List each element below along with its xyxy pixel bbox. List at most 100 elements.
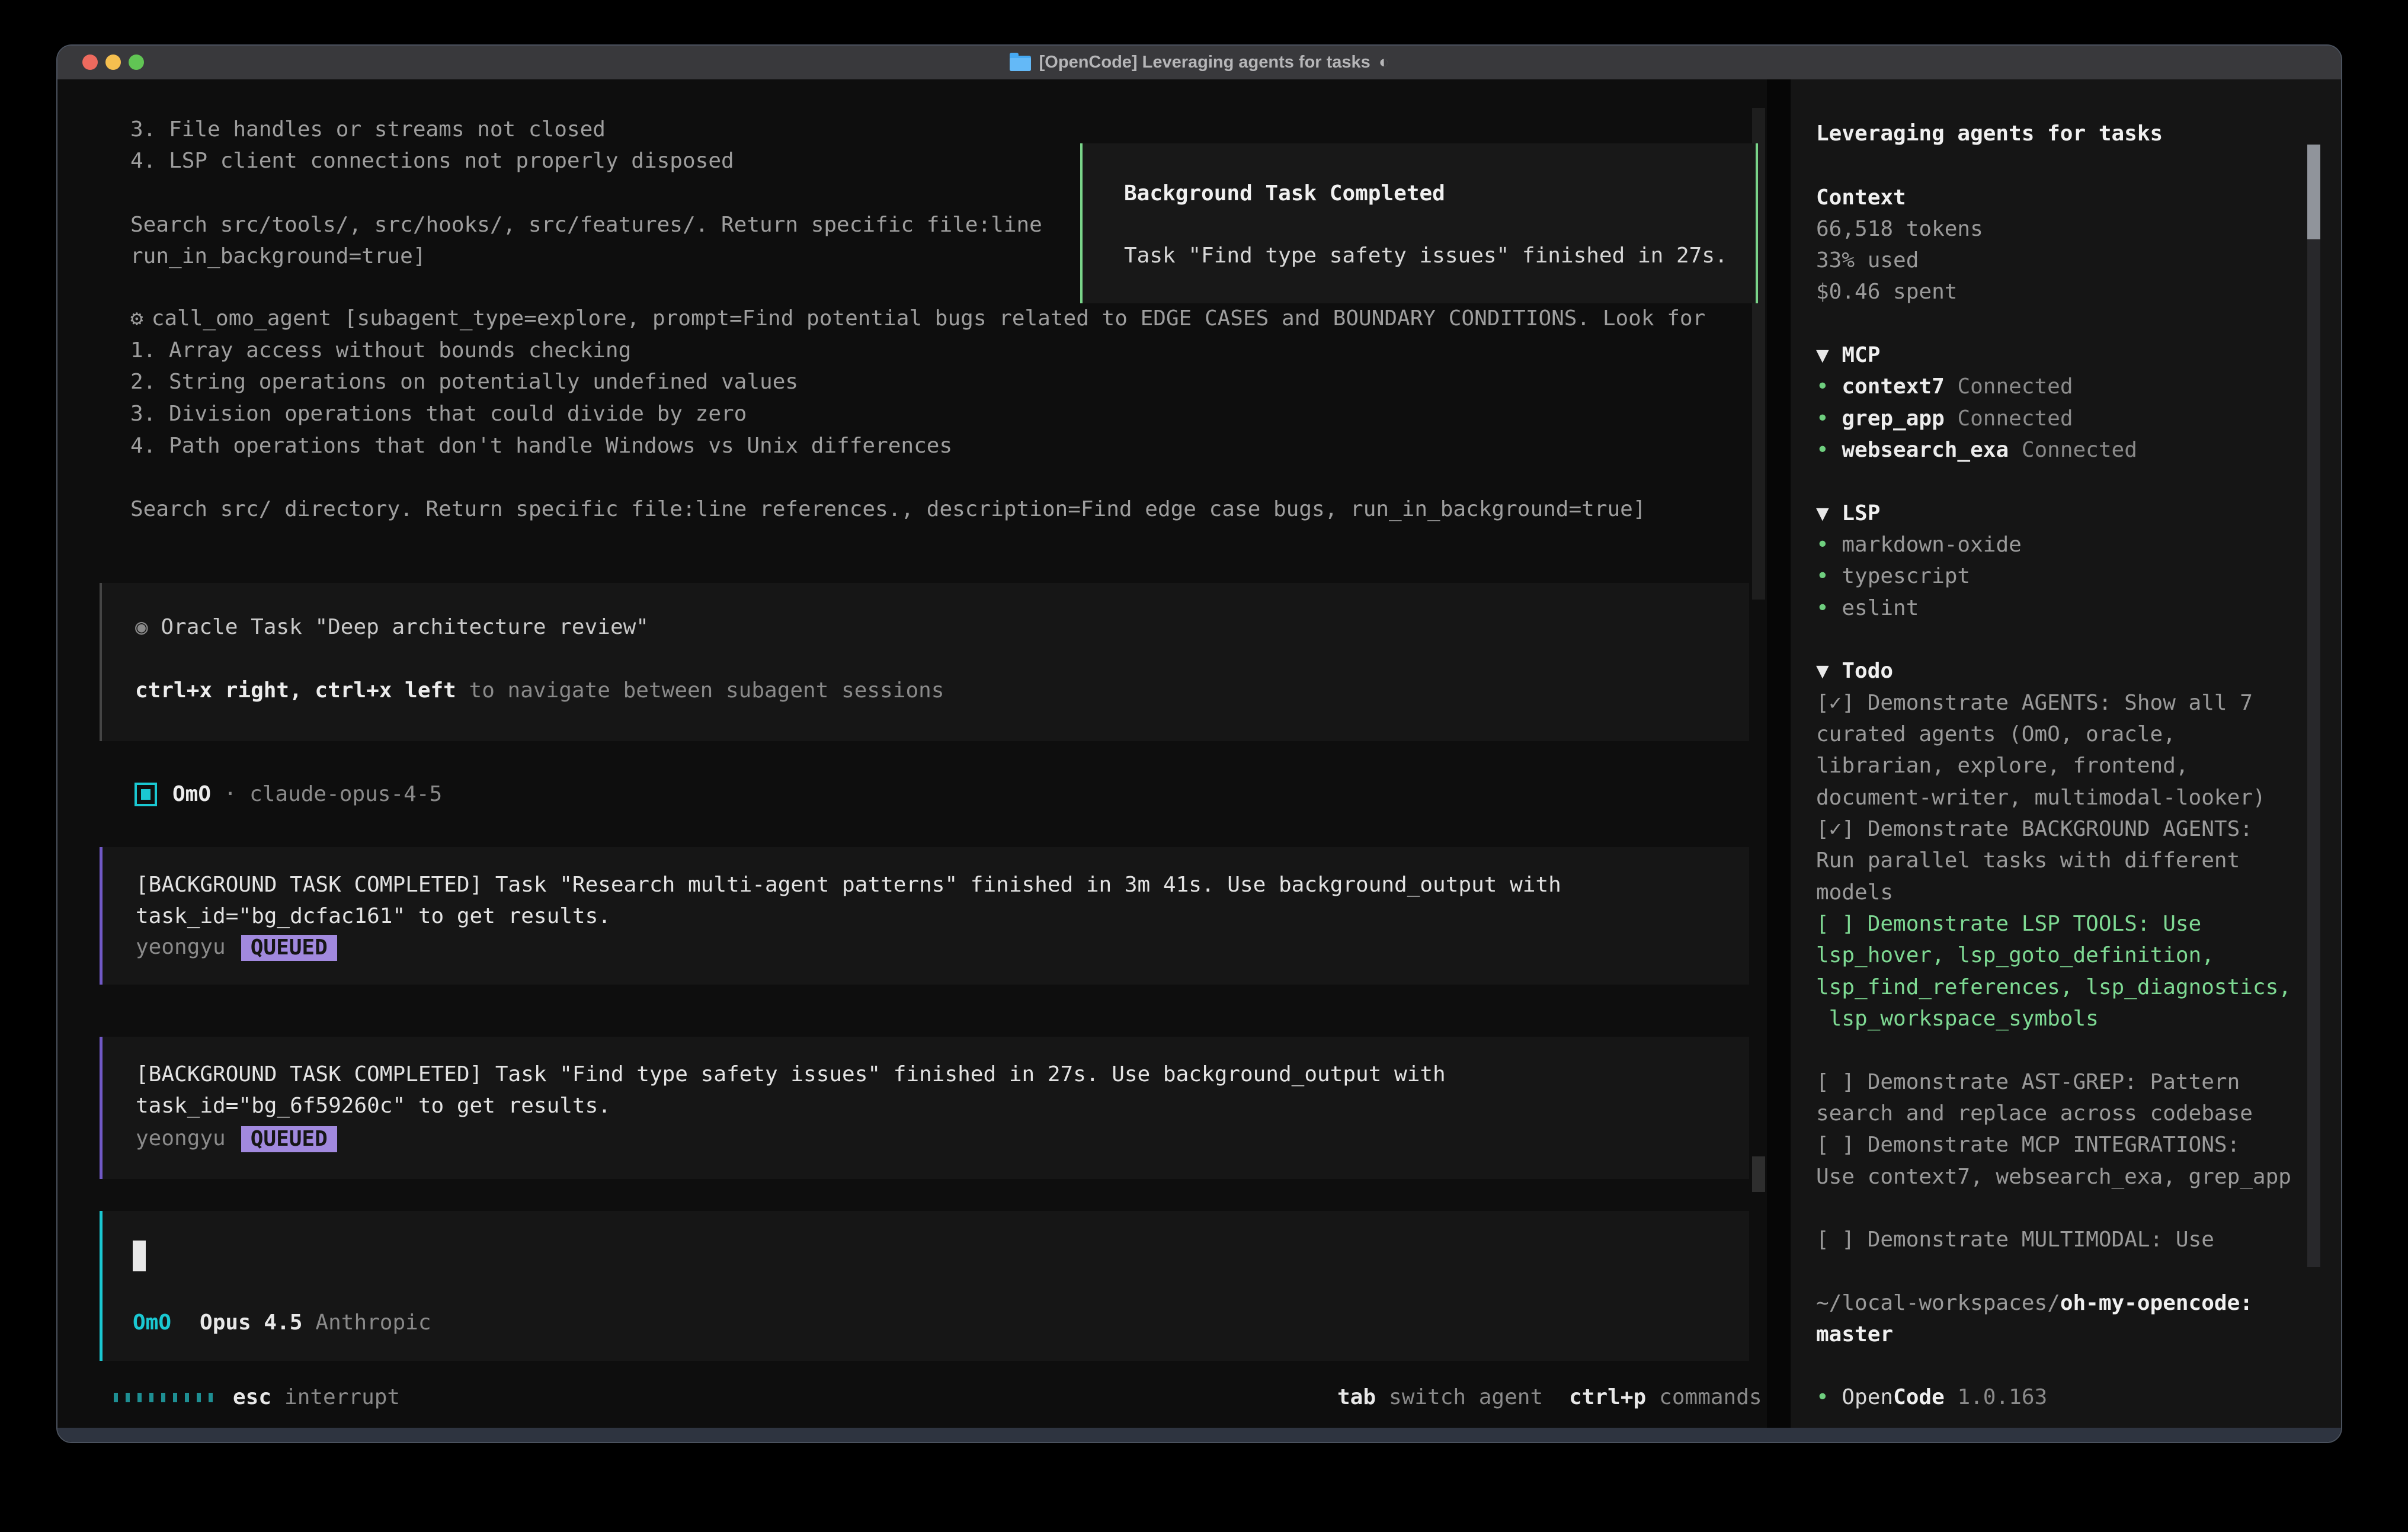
todo-line: [ ] Demonstrate AST-GREP: Pattern: [1816, 1066, 2240, 1098]
scrollbar-track[interactable]: [2307, 239, 2320, 1267]
hint-keys: ctrl+x right, ctrl+x left: [135, 678, 456, 703]
username: yeongyu: [136, 1126, 226, 1150]
esc-key-label: interrupt: [284, 1385, 400, 1409]
task-card: [BACKGROUND TASK COMPLETED] Task "Find t…: [100, 1037, 1749, 1179]
mcp-item: • websearch_exa Connected: [1816, 434, 2137, 466]
todo-line: [✓] Demonstrate BACKGROUND AGENTS:: [1816, 813, 2253, 845]
tab-key-label: switch agent: [1389, 1385, 1543, 1409]
todo-line: [✓] Demonstrate AGENTS: Show all 7: [1816, 687, 2253, 719]
todo-section-header[interactable]: ▼ Todo: [1816, 655, 1893, 687]
hint-text: to navigate between subagent sessions: [456, 678, 944, 703]
prompt-input[interactable]: OmO Opus 4.5 Anthropic: [100, 1211, 1749, 1361]
todo-line-active: lsp_hover, lsp_goto_definition,: [1816, 940, 2214, 971]
agent-square-icon: [135, 783, 157, 806]
terminal-line: run_in_background=true]: [130, 241, 426, 272]
session-title: Leveraging agents for tasks: [1816, 118, 2163, 149]
lsp-item: • eslint: [1816, 592, 1919, 624]
git-branch: master: [1816, 1319, 1893, 1350]
chevron-down-icon: ▼: [1816, 659, 1842, 683]
lsp-item: • typescript: [1816, 560, 1970, 592]
todo-line: search and replace across codebase: [1816, 1098, 2253, 1129]
status-dot-icon: •: [1816, 406, 1842, 431]
model-provider: Anthropic: [315, 1310, 431, 1335]
terminal-line: 2. String operations on potentially unde…: [130, 366, 798, 398]
window-bottom-edge: [57, 1428, 2341, 1442]
status-badge: QUEUED: [241, 935, 337, 961]
active-model: Opus 4.5: [200, 1310, 302, 1335]
todo-line-active: [ ] Demonstrate LSP TOOLS: Use: [1816, 908, 2201, 940]
todo-line-active: lsp_workspace_symbols: [1816, 1003, 2099, 1034]
gear-icon: ⚙: [130, 306, 143, 331]
agent-model: claude-opus-4-5: [249, 782, 442, 806]
main-pane: 3. File handles or streams not closed 4.…: [57, 46, 1767, 1443]
input-statusline: OmO Opus 4.5 Anthropic: [133, 1307, 431, 1338]
workspace-path: ~/local-workspaces/oh-my-opencode:: [1816, 1287, 2253, 1319]
context-header: Context: [1816, 182, 1906, 213]
task-message-line: [BACKGROUND TASK COMPLETED] Task "Resear…: [136, 869, 1561, 900]
notification-title: Background Task Completed: [1124, 178, 1445, 209]
terminal-line: 1. Array access without bounds checking: [130, 335, 631, 366]
context-tokens: 66,518 tokens: [1816, 213, 1983, 245]
chevron-down-icon: ▼: [1816, 501, 1842, 525]
chevron-down-icon: ▼: [1816, 343, 1842, 367]
context-spent: $0.46 spent: [1816, 276, 1957, 307]
mcp-item: • context7 Connected: [1816, 371, 2073, 402]
terminal-line: Search src/tools/, src/hooks/, src/featu…: [130, 209, 1042, 241]
zoom-window-button[interactable]: [129, 55, 144, 70]
oracle-task-title: Oracle Task "Deep architecture review": [148, 615, 649, 639]
session-indicator-icon: ◐: [1379, 53, 1389, 72]
active-agent: OmO: [133, 1310, 171, 1335]
tool-call-text: call_omo_agent [subagent_type=explore, p…: [152, 306, 1706, 331]
task-message-line: task_id="bg_6f59260c" to get results.: [136, 1090, 611, 1121]
mcp-section-header[interactable]: ▼ MCP: [1816, 339, 1880, 371]
scrollbar-handle[interactable]: [2307, 145, 2320, 239]
window-title-group: [OpenCode] Leveraging agents for tasks ◐: [1010, 53, 1389, 72]
traffic-lights: [82, 55, 144, 70]
todo-line: Run parallel tasks with different: [1816, 845, 2240, 876]
terminal-line: 4. Path operations that don't handle Win…: [130, 430, 952, 461]
tool-call-header: ⚙ call_omo_agent [subagent_type=explore, …: [130, 303, 1705, 334]
todo-line: librarian, explore, frontend,: [1816, 750, 2189, 781]
separator: ·: [211, 782, 249, 806]
todo-line: curated agents (OmO, oracle,: [1816, 719, 2176, 750]
lsp-item: • markdown-oxide: [1816, 529, 2022, 560]
scrollbar-handle[interactable]: [1752, 1156, 1765, 1192]
close-window-button[interactable]: [82, 55, 98, 70]
todo-line: Use context7, websearch_exa, grep_app: [1816, 1161, 2291, 1193]
sidebar: Leveraging agents for tasks Context 66,5…: [1791, 79, 2342, 1431]
status-dot-icon: •: [1816, 374, 1842, 399]
terminal-line: 3. Division operations that could divide…: [130, 398, 747, 430]
version-footer: • OpenCode 1.0.163: [1816, 1382, 2047, 1413]
todo-line: [ ] Demonstrate MCP INTEGRATIONS:: [1816, 1129, 2240, 1161]
background-task-notification[interactable]: Background Task Completed Task "Find typ…: [1080, 143, 1758, 303]
minimize-window-button[interactable]: [105, 55, 121, 70]
notification-body: Task "Find type safety issues" finished …: [1124, 240, 1728, 271]
folder-icon: [1010, 56, 1031, 71]
mcp-item: • grep_app Connected: [1816, 403, 2073, 434]
task-message-line: [BACKGROUND TASK COMPLETED] Task "Find t…: [136, 1059, 1446, 1090]
ctrlp-key-label: commands: [1659, 1385, 1762, 1409]
statusbar-right: tab switch agent ctrl+p commands: [1337, 1382, 1762, 1413]
todo-line-active: lsp_find_references, lsp_diagnostics,: [1816, 972, 2291, 1003]
status-dot-icon: •: [1816, 596, 1842, 620]
spinner-dots-icon: [114, 1393, 213, 1402]
pane-divider: [1767, 79, 1791, 1431]
status-dot-icon: ◉: [135, 615, 148, 639]
esc-key-hint: esc: [233, 1385, 271, 1409]
oracle-task-card: ◉ Oracle Task "Deep architecture review"…: [100, 583, 1749, 741]
tab-key-hint: tab: [1337, 1385, 1376, 1409]
agent-name: OmO: [172, 782, 211, 806]
lsp-section-header[interactable]: ▼ LSP: [1816, 498, 1880, 529]
terminal-line: 3. File handles or streams not closed: [130, 114, 606, 145]
agent-header: OmO · claude-opus-4-5: [135, 778, 442, 810]
todo-line: [ ] Demonstrate MULTIMODAL: Use: [1816, 1224, 2214, 1255]
task-card: [BACKGROUND TASK COMPLETED] Task "Resear…: [100, 847, 1749, 985]
status-dot-icon: •: [1816, 564, 1842, 588]
todo-line: models: [1816, 877, 1893, 908]
status-dot-icon: •: [1816, 533, 1842, 557]
status-badge: QUEUED: [241, 1126, 337, 1152]
window-titlebar[interactable]: [OpenCode] Leveraging agents for tasks ◐: [57, 46, 2341, 79]
status-dot-icon: •: [1816, 1385, 1842, 1409]
ctrlp-key-hint: ctrl+p: [1569, 1385, 1646, 1409]
text-cursor: [133, 1241, 146, 1271]
